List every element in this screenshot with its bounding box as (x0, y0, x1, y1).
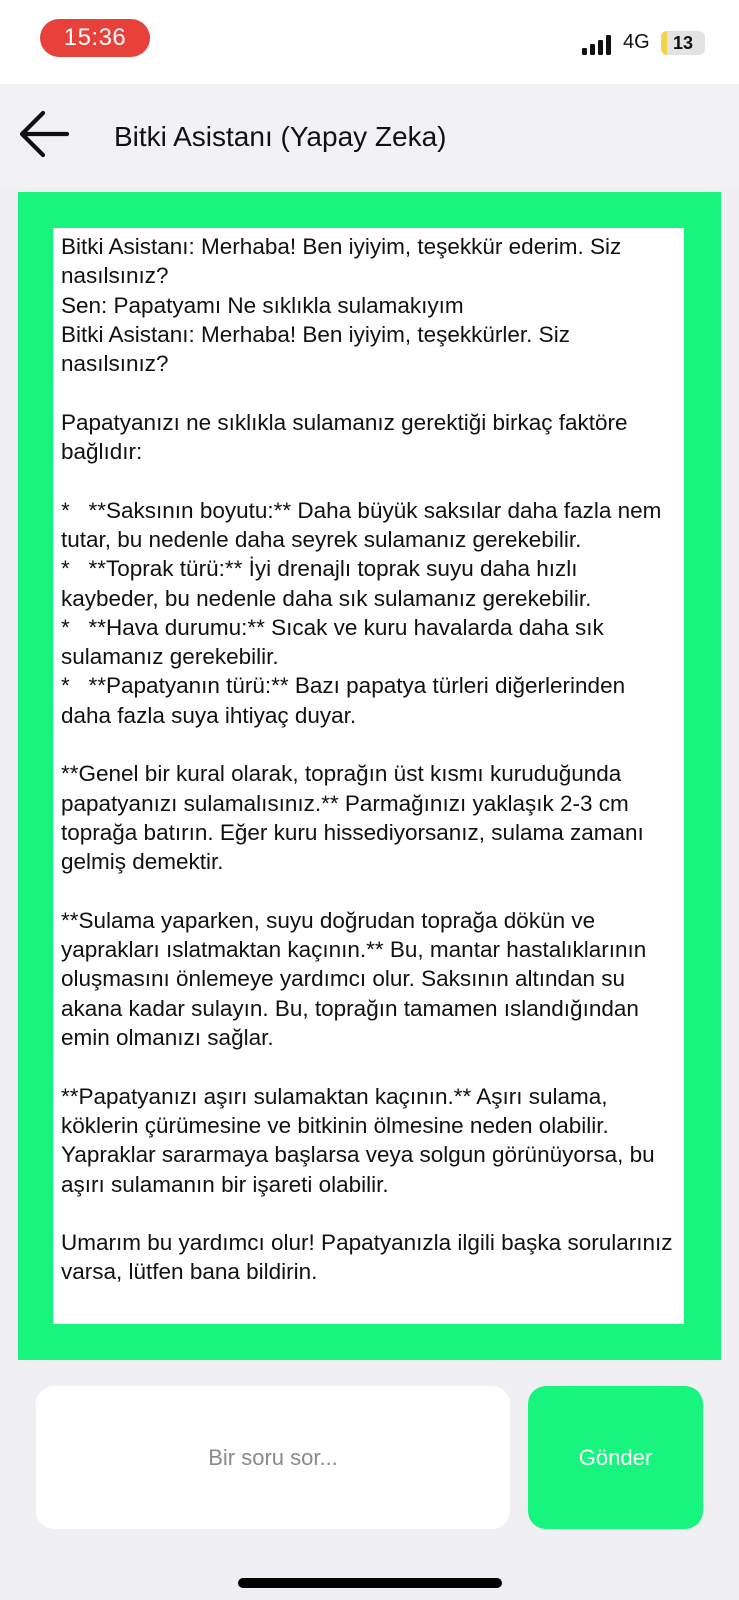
arrow-left-icon (19, 110, 70, 158)
battery-level: 13 (672, 32, 694, 53)
battery-icon: 13 (661, 31, 705, 55)
question-input[interactable] (36, 1386, 510, 1529)
cellular-signal-icon (582, 35, 611, 55)
status-bar: 15:36 4G 13 (0, 0, 739, 84)
chat-transcript-box[interactable]: Bitki Asistanı: Merhaba! Ben iyiyim, teş… (53, 228, 684, 1324)
home-indicator (238, 1578, 502, 1588)
chat-panel: Bitki Asistanı: Merhaba! Ben iyiyim, teş… (18, 192, 721, 1360)
back-button[interactable] (14, 104, 74, 164)
header: Bitki Asistanı (Yapay Zeka) (0, 84, 739, 190)
send-button[interactable]: Gönder (528, 1386, 703, 1529)
page-title: Bitki Asistanı (Yapay Zeka) (114, 121, 447, 152)
network-type: 4G (623, 31, 650, 53)
screen: 15:36 4G 13 Bitki Asistanı (Yapay Zeka) … (0, 0, 739, 1600)
status-time: 15:36 (40, 19, 150, 57)
chat-transcript: Bitki Asistanı: Merhaba! Ben iyiyim, teş… (61, 234, 673, 1285)
